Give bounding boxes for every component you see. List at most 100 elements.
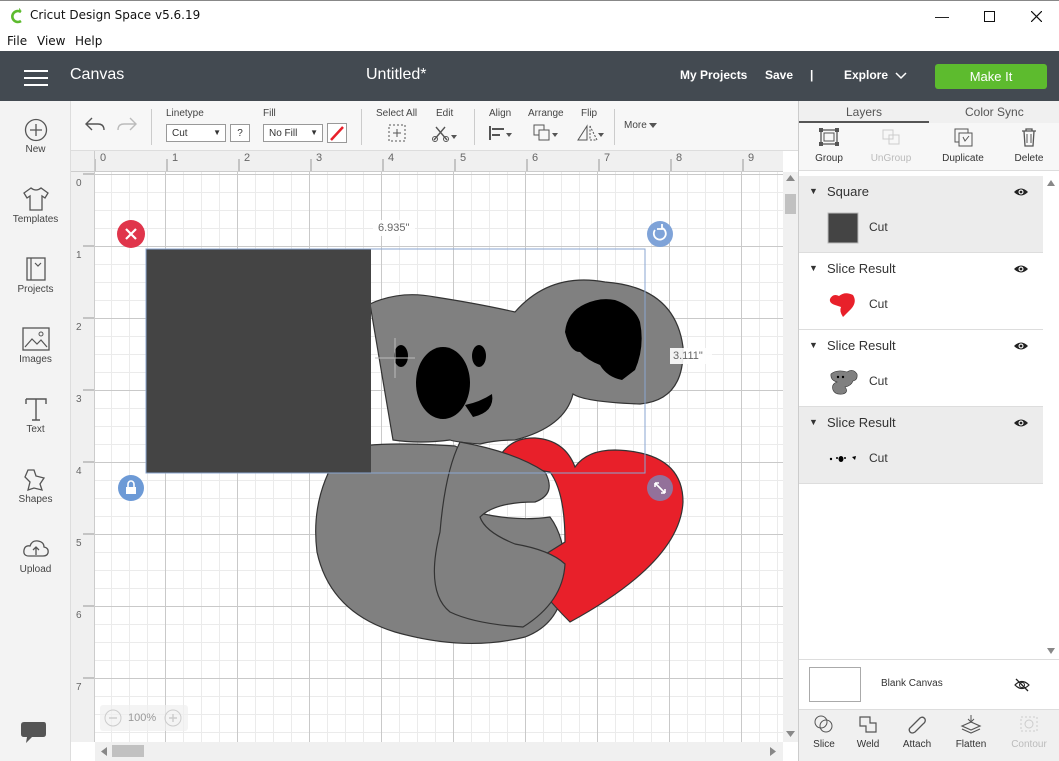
layers-list: ▼ Square Cut ▼ Slice Result Cut ▼ Slice … [799,176,1043,656]
layer-item-slice-result-koala[interactable]: ▼ Slice Result Cut [799,330,1043,407]
explore-dropdown[interactable]: Explore [844,68,888,82]
document-title: Untitled* [366,66,427,83]
menu-file[interactable]: File [7,34,27,48]
slice-label: Slice [813,739,835,750]
header-separator: | [810,68,814,82]
flip-icon[interactable] [575,123,605,143]
duplicate-button[interactable]: Duplicate [933,127,993,164]
layer-name: Square [827,184,869,199]
new-button[interactable]: New [0,118,71,155]
linetype-help-button[interactable]: ? [230,124,250,142]
layer-operation: Cut [869,220,888,234]
koala-eye [394,345,408,367]
app-header: Canvas Untitled* My Projects Save | Expl… [0,51,1059,101]
visibility-eye-icon[interactable] [1013,186,1029,198]
ungroup-icon [882,129,900,145]
edit-scissors-icon[interactable] [431,123,459,143]
vscroll-thumb[interactable] [785,194,796,214]
vruler-ticks [83,173,94,679]
bottom-actions-bar: Slice Weld Attach Flatten Contour [799,709,1059,761]
projects-button[interactable]: Projects [0,256,71,295]
layer-item-square[interactable]: ▼ Square Cut [799,176,1043,253]
hruler-label: 8 [676,152,683,164]
slice-button[interactable]: Slice [799,714,849,750]
contour-button[interactable]: Contour [1004,714,1054,750]
layer-name: Slice Result [827,338,896,353]
layer-item-slice-result-heart[interactable]: ▼ Slice Result Cut [799,253,1043,330]
undo-icon[interactable] [84,115,106,133]
expand-caret-icon[interactable]: ▼ [809,263,818,273]
duplicate-icon [954,128,973,147]
close-window-button[interactable] [1013,1,1059,31]
images-button[interactable]: Images [0,326,71,365]
layer-item-slice-result-features[interactable]: ▼ Slice Result Cut [799,407,1043,484]
scroll-up-arrow-icon[interactable] [1047,180,1055,186]
upload-button[interactable]: Upload [0,536,71,575]
weld-button[interactable]: Weld [843,714,893,750]
contour-icon [1020,716,1038,732]
redo-icon[interactable] [116,115,138,133]
scroll-down-arrow-icon[interactable] [1047,648,1055,654]
menu-view[interactable]: View [37,34,65,48]
tab-color-sync[interactable]: Color Sync [965,105,1024,119]
slice-icon [814,715,833,733]
vruler-label: 6 [76,610,82,621]
expand-caret-icon[interactable]: ▼ [809,417,818,427]
scroll-left-arrow-icon[interactable] [100,747,108,756]
linetype-label: Linetype [166,108,204,119]
cloud-upload-icon [22,540,49,557]
select-all-label: Select All [376,108,418,119]
scroll-up-arrow-icon[interactable] [786,174,795,182]
blank-canvas-swatch[interactable] [809,667,861,702]
fill-select[interactable]: No Fill ▼ [263,124,323,142]
menu-help[interactable]: Help [75,34,102,48]
align-icon[interactable] [488,124,514,142]
blank-canvas-row: Blank Canvas [799,659,1059,709]
zoom-out-icon[interactable] [104,709,122,727]
fill-value: No Fill [269,128,298,139]
design-canvas[interactable]: 6.935" 3.111" [95,172,783,742]
scroll-down-arrow-icon[interactable] [786,730,795,738]
save-link[interactable]: Save [765,68,793,82]
delete-label: Delete [1014,153,1044,164]
visibility-hidden-icon[interactable] [1014,677,1030,693]
more-dropdown[interactable]: More [624,120,647,131]
select-all-icon[interactable] [387,123,407,143]
visibility-eye-icon[interactable] [1013,263,1029,275]
templates-button[interactable]: Templates [0,186,71,225]
expand-caret-icon[interactable]: ▼ [809,186,818,196]
maximize-button[interactable] [966,1,1012,31]
canvas-horizontal-scrollbar[interactable] [95,742,783,761]
flatten-button[interactable]: Flatten [946,714,996,750]
contour-label: Contour [1011,739,1047,750]
ungroup-button[interactable]: UnGroup [861,127,921,164]
hscroll-thumb[interactable] [112,745,144,757]
canvas-vertical-scrollbar[interactable] [783,172,798,742]
minimize-button[interactable]: — [919,1,965,31]
layer-thumb-square [827,212,859,244]
attach-button[interactable]: Attach [892,714,942,750]
linetype-select[interactable]: Cut ▼ [166,124,226,142]
text-button[interactable]: Text [0,396,71,435]
zoom-in-icon[interactable] [164,709,182,727]
chat-icon[interactable] [19,719,47,745]
group-button[interactable]: Group [799,127,859,164]
shapes-button[interactable]: Shapes [0,466,71,505]
layers-scrollbar[interactable] [1043,176,1059,656]
height-dimension-label: 3.111" [673,350,703,362]
visibility-eye-icon[interactable] [1013,340,1029,352]
hruler-label: 1 [172,152,179,164]
group-icon [819,128,839,146]
my-projects-link[interactable]: My Projects [680,68,747,82]
no-fill-slash-icon [330,126,344,141]
expand-caret-icon[interactable]: ▼ [809,340,818,350]
delete-button[interactable]: Delete [999,127,1059,164]
fill-color-swatch[interactable] [327,123,347,143]
tab-layers[interactable]: Layers [846,105,882,119]
make-it-button[interactable]: Make It [935,64,1047,89]
scroll-right-arrow-icon[interactable] [769,747,777,756]
arrange-icon[interactable] [532,123,560,143]
hamburger-menu-icon[interactable] [24,70,48,86]
visibility-eye-icon[interactable] [1013,417,1029,429]
fill-label: Fill [263,108,276,119]
